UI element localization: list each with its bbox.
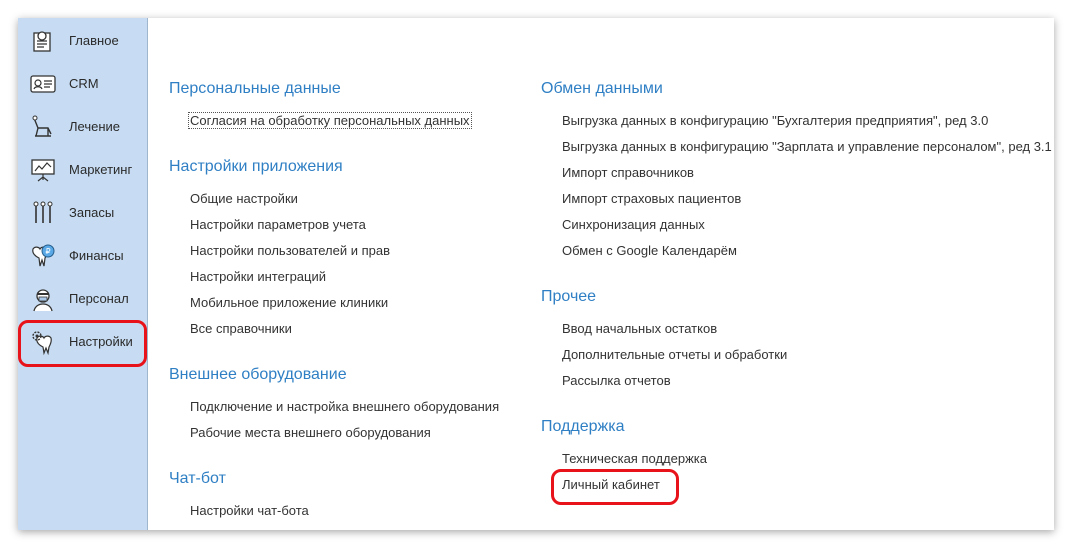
- tooth-coin-icon: ₽: [29, 242, 57, 270]
- main-content: Персональные данные Согласия на обработк…: [148, 18, 1054, 530]
- sidebar-item-label: CRM: [69, 76, 99, 91]
- sidebar-item-label: Запасы: [69, 205, 115, 220]
- sidebar-item-staff[interactable]: Персонал: [18, 277, 147, 320]
- link-data-sync[interactable]: Синхронизация данных: [562, 217, 705, 232]
- sidebar-item-crm[interactable]: CRM: [18, 62, 147, 105]
- section-title-hardware: Внешнее оборудование: [169, 366, 347, 383]
- dental-tools-icon: [29, 199, 57, 227]
- sidebar-item-label: Лечение: [69, 119, 121, 134]
- sidebar-item-settings[interactable]: Настройки: [18, 320, 147, 363]
- link-additional-reports[interactable]: Дополнительные отчеты и обработки: [562, 347, 787, 362]
- sidebar-item-stock[interactable]: Запасы: [18, 191, 147, 234]
- link-all-catalogs[interactable]: Все справочники: [190, 321, 292, 336]
- link-integrations[interactable]: Настройки интеграций: [190, 269, 326, 284]
- section-title-support: Поддержка: [541, 418, 625, 435]
- doctor-icon: [29, 285, 57, 313]
- tooth-gear-icon: [29, 328, 57, 356]
- sidebar-item-marketing[interactable]: Маркетинг: [18, 148, 147, 191]
- presentation-board-icon: [29, 156, 57, 184]
- id-card-icon: [29, 70, 57, 98]
- section-title-app-settings: Настройки приложения: [169, 158, 343, 175]
- sidebar: Главное CRM Лечение Маркетинг Запасы ₽ Ф…: [18, 18, 148, 530]
- sidebar-item-finance[interactable]: ₽ Финансы: [18, 234, 147, 277]
- link-hardware-workplaces[interactable]: Рабочие места внешнего оборудования: [190, 425, 431, 440]
- sidebar-item-label: Настройки: [69, 334, 133, 349]
- section-title-other: Прочее: [541, 288, 597, 305]
- link-import-catalogs[interactable]: Импорт справочников: [562, 165, 694, 180]
- link-export-payroll[interactable]: Выгрузка данных в конфигурацию "Зарплата…: [562, 139, 1052, 154]
- sidebar-item-main[interactable]: Главное: [18, 19, 147, 62]
- link-accounting-params[interactable]: Настройки параметров учета: [190, 217, 366, 232]
- svg-text:₽: ₽: [46, 247, 51, 256]
- dental-chair-icon: [29, 113, 57, 141]
- link-google-calendar[interactable]: Обмен с Google Календарём: [562, 243, 737, 258]
- section-title-chatbot: Чат-бот: [169, 470, 226, 487]
- link-chatbot-settings[interactable]: Настройки чат-бота: [190, 503, 309, 518]
- link-report-mailing[interactable]: Рассылка отчетов: [562, 373, 671, 388]
- sidebar-item-treatment[interactable]: Лечение: [18, 105, 147, 148]
- link-import-insurance-patients[interactable]: Импорт страховых пациентов: [562, 191, 741, 206]
- link-tech-support[interactable]: Техническая поддержка: [562, 451, 707, 466]
- sidebar-item-label: Главное: [69, 33, 119, 48]
- link-personal-account[interactable]: Личный кабинет: [562, 477, 660, 492]
- link-mobile-app[interactable]: Мобильное приложение клиники: [190, 295, 388, 310]
- link-users-rights[interactable]: Настройки пользователей и прав: [190, 243, 390, 258]
- link-opening-balances[interactable]: Ввод начальных остатков: [562, 321, 717, 336]
- app-window: Главное CRM Лечение Маркетинг Запасы ₽ Ф…: [18, 18, 1054, 530]
- link-general-settings[interactable]: Общие настройки: [190, 191, 298, 206]
- section-title-personal-data: Персональные данные: [169, 80, 341, 97]
- sidebar-item-label: Маркетинг: [69, 162, 133, 177]
- home-icon: [29, 27, 57, 55]
- sidebar-item-label: Персонал: [69, 291, 129, 306]
- link-hardware-setup[interactable]: Подключение и настройка внешнего оборудо…: [190, 399, 499, 414]
- sidebar-item-label: Финансы: [69, 248, 124, 263]
- link-personal-data-consent[interactable]: Согласия на обработку персональных данны…: [188, 112, 472, 129]
- section-title-data-exchange: Обмен данными: [541, 80, 663, 97]
- link-export-accounting[interactable]: Выгрузка данных в конфигурацию "Бухгалте…: [562, 113, 988, 128]
